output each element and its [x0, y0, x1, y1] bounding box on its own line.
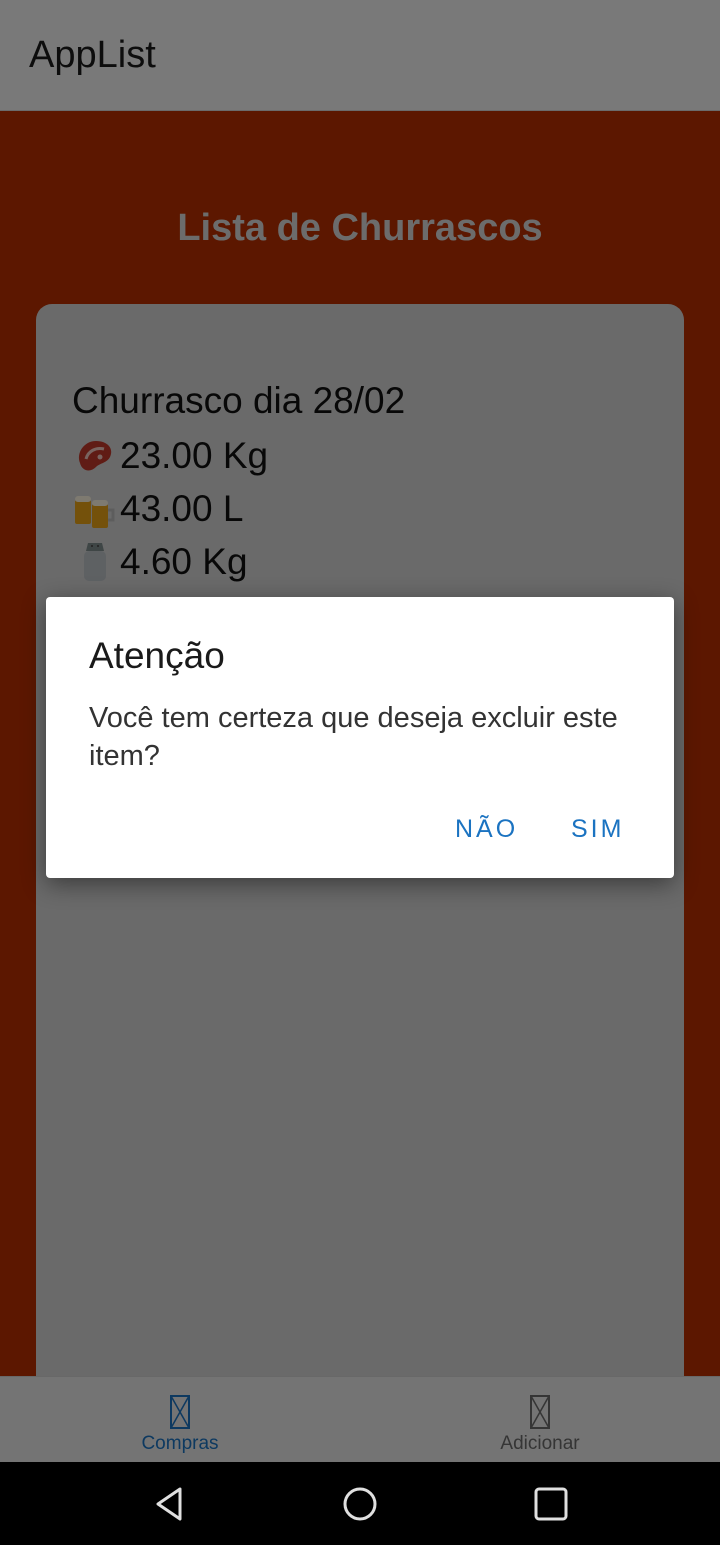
- recents-icon[interactable]: [531, 1484, 571, 1524]
- sim-button[interactable]: Sim: [571, 807, 624, 851]
- screen: AppList Lista de Churrascos Churrasco di…: [0, 0, 720, 1545]
- dialog-message: Você tem certeza que deseja excluir este…: [89, 702, 618, 772]
- home-icon[interactable]: [340, 1484, 380, 1524]
- dialog-title: Atenção: [89, 635, 225, 676]
- nao-button[interactable]: Não: [455, 807, 518, 851]
- confirm-delete-dialog: Atenção Você tem certeza que deseja excl…: [46, 597, 674, 878]
- system-navigation-bar: [0, 1462, 720, 1545]
- back-icon[interactable]: [150, 1484, 190, 1524]
